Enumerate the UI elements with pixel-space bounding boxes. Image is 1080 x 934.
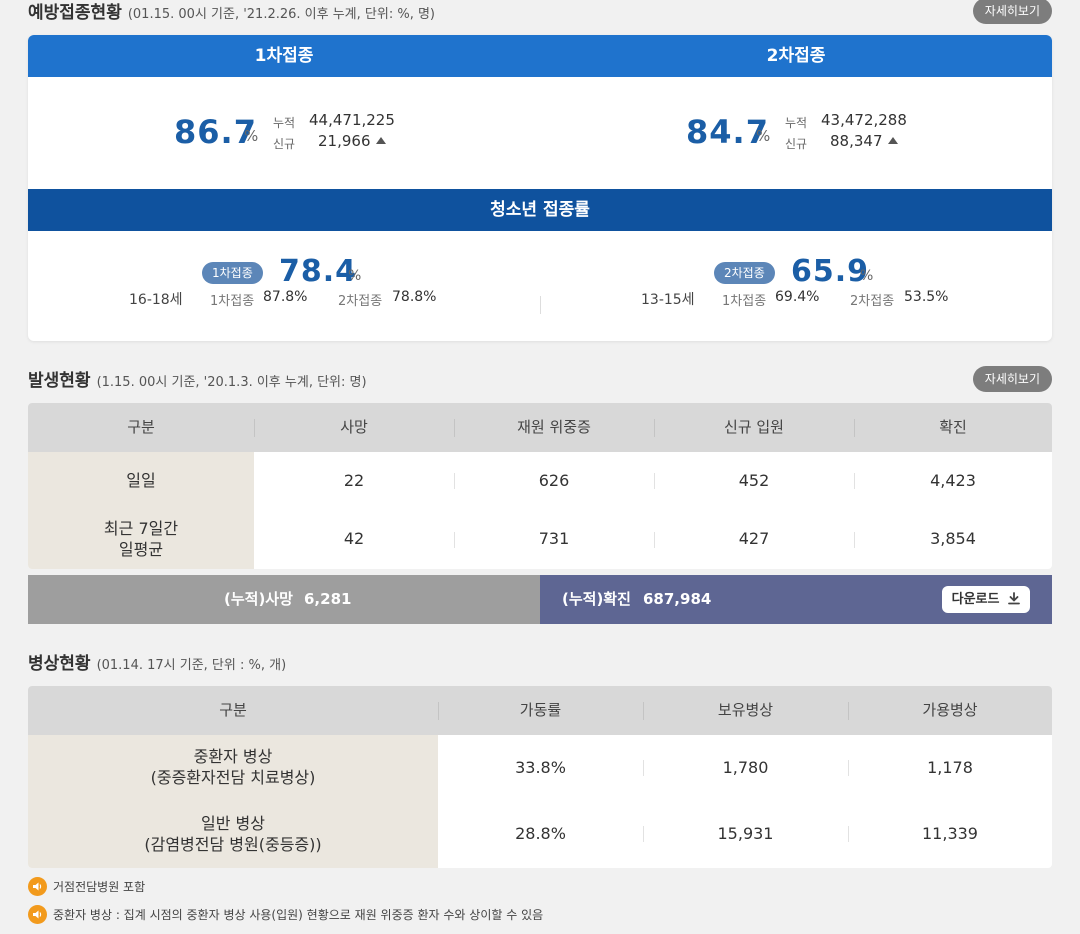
table-cell: 11,339 bbox=[922, 824, 978, 844]
youth-right-second-label: 2차접종 bbox=[850, 294, 895, 309]
vaccination-card: 1차접종 2차접종 86.7 % 누적 44,471,225 신규 21,966… bbox=[28, 35, 1052, 341]
youth-right-second-value: 53.5% bbox=[904, 289, 949, 305]
outbreak-title: 발생현황 (1.15. 00시 기준, '20.1.3. 이후 누계, 단위: 명… bbox=[28, 371, 367, 391]
table-cell: 15,931 bbox=[717, 824, 774, 844]
table-cell: 3,854 bbox=[930, 529, 976, 549]
first-dose-unit: % bbox=[244, 127, 259, 145]
download-icon bbox=[1008, 588, 1020, 615]
second-dose-unit: % bbox=[756, 127, 771, 145]
table-cell: 427 bbox=[738, 529, 770, 549]
cumulative-confirmed-value: 687,984 bbox=[643, 590, 712, 608]
up-triangle-icon bbox=[375, 137, 386, 144]
outbreak-header: 발생현황 (1.15. 00시 기준, '20.1.3. 이후 누계, 단위: 명… bbox=[28, 366, 1052, 394]
download-button[interactable]: 다운로드 bbox=[941, 586, 1030, 615]
speaker-icon bbox=[28, 905, 47, 924]
second-dose-header: 2차접종 bbox=[540, 35, 1052, 77]
youth-right-first-value: 69.4% bbox=[775, 289, 820, 305]
vaccination-title: 예방접종현황 (01.15. 00시 기준, '21.2.26. 이후 누계, 단… bbox=[28, 3, 435, 23]
second-new-value: 88,347 bbox=[830, 132, 898, 150]
outbreak-col-category: 구분 bbox=[127, 417, 155, 436]
youth-left-badge: 1차접종 bbox=[202, 262, 263, 284]
table-cell: 4,423 bbox=[930, 470, 976, 490]
youth-right-panel: 13-15세 2차접종 65.9 % 1차접종 69.4% 2차접종 53.5% bbox=[540, 231, 1052, 341]
cumulative-confirmed-label: (누적)확진 bbox=[562, 590, 631, 608]
youth-left-second-label: 2차접종 bbox=[338, 294, 383, 309]
first-cum-label: 누적 bbox=[273, 116, 296, 130]
outbreak-col-severe: 재원 위중증 bbox=[517, 417, 591, 436]
youth-right-percent: 65.9 bbox=[791, 254, 870, 289]
beds-table-header: 구분 가동률 보유병상 가용병상 bbox=[28, 686, 1052, 735]
vaccination-header: 예방접종현황 (01.15. 00시 기준, '21.2.26. 이후 누계, 단… bbox=[28, 0, 1052, 26]
youth-right-unit: % bbox=[860, 268, 874, 284]
vaccination-detail-button[interactable]: 자세히보기 bbox=[972, 0, 1052, 24]
outbreak-col-confirmed: 확진 bbox=[939, 417, 967, 436]
first-dose-panel: 86.7 % 누적 44,471,225 신규 21,966 bbox=[28, 77, 540, 189]
outbreak-table-header: 구분 사망 재원 위중증 신규 입원 확진 bbox=[28, 403, 1052, 452]
youth-right-age: 13-15세 bbox=[641, 292, 695, 308]
second-cum-label: 누적 bbox=[785, 116, 808, 130]
table-cell: 22 bbox=[343, 470, 365, 490]
youth-divider bbox=[540, 296, 541, 314]
table-cell: 42 bbox=[343, 529, 365, 549]
beds-col-available: 가용병상 bbox=[922, 700, 978, 719]
youth-left-second-value: 78.8% bbox=[392, 289, 437, 305]
youth-left-age: 16-18세 bbox=[129, 292, 183, 308]
speaker-icon bbox=[28, 877, 47, 896]
note-text: 중환자 병상 : 집계 시점의 중환자 병상 사용(입원) 현황으로 재원 위중… bbox=[53, 908, 544, 922]
outbreak-table: 구분 사망 재원 위중증 신규 입원 확진 일일 22 626 452 4,42… bbox=[28, 403, 1052, 569]
youth-left-percent: 78.4 bbox=[279, 254, 358, 289]
beds-col-utilization: 가동률 bbox=[519, 700, 562, 719]
outbreak-subtitle: (1.15. 00시 기준, '20.1.3. 이후 누계, 단위: 명) bbox=[96, 375, 367, 390]
table-cell: 626 bbox=[538, 470, 570, 490]
beds-row-label: 일반 병상 (감염병전담 병원(중등증)) bbox=[144, 813, 322, 854]
first-cum-value: 44,471,225 bbox=[309, 111, 395, 129]
second-cum-value: 43,472,288 bbox=[821, 111, 907, 129]
table-cell: 731 bbox=[538, 529, 570, 549]
table-cell: 33.8% bbox=[515, 757, 566, 777]
beds-subtitle: (01.14. 17시 기준, 단위 : %, 개) bbox=[96, 658, 287, 673]
youth-left-panel: 16-18세 1차접종 78.4 % 1차접종 87.8% 2차접종 78.8% bbox=[28, 231, 540, 341]
second-dose-panel: 84.7 % 누적 43,472,288 신규 88,347 bbox=[540, 77, 1052, 189]
cumulative-death-bar: (누적)사망 6,281 bbox=[28, 575, 540, 624]
note-item: 중환자 병상 : 집계 시점의 중환자 병상 사용(입원) 현황으로 재원 위중… bbox=[28, 905, 543, 924]
first-dose-header: 1차접종 bbox=[28, 35, 540, 77]
outbreak-row-label: 최근 7일간 일평균 bbox=[103, 518, 179, 559]
youth-right-badge: 2차접종 bbox=[714, 262, 775, 284]
beds-table: 구분 가동률 보유병상 가용병상 중환자 병상 (중증환자전담 치료병상) 33… bbox=[28, 686, 1052, 868]
first-new-value: 21,966 bbox=[318, 132, 386, 150]
outbreak-row-label: 일일 bbox=[126, 470, 156, 490]
table-cell: 1,178 bbox=[927, 757, 973, 777]
note-text: 거점전담병원 포함 bbox=[53, 880, 146, 894]
cumulative-confirmed-bar: (누적)확진 687,984 다운로드 bbox=[540, 575, 1052, 624]
youth-left-first-label: 1차접종 bbox=[210, 294, 255, 309]
outbreak-col-death: 사망 bbox=[340, 417, 368, 436]
table-cell: 28.8% bbox=[515, 824, 566, 844]
second-new-label: 신규 bbox=[785, 137, 808, 151]
beds-col-total: 보유병상 bbox=[717, 700, 774, 719]
up-triangle-icon bbox=[887, 137, 898, 144]
youth-left-first-value: 87.8% bbox=[263, 289, 308, 305]
youth-right-first-label: 1차접종 bbox=[722, 294, 767, 309]
cumulative-death-value: 6,281 bbox=[304, 590, 352, 608]
outbreak-detail-button[interactable]: 자세히보기 bbox=[972, 366, 1052, 392]
beds-col-category: 구분 bbox=[219, 700, 247, 719]
table-cell: 452 bbox=[738, 470, 770, 490]
youth-left-unit: % bbox=[348, 268, 362, 284]
youth-vaccination-header: 청소년 접종률 bbox=[28, 189, 1052, 231]
first-new-label: 신규 bbox=[273, 137, 296, 151]
download-label: 다운로드 bbox=[951, 592, 1000, 607]
note-item: 거점전담병원 포함 bbox=[28, 877, 145, 896]
table-cell: 1,780 bbox=[722, 757, 769, 777]
outbreak-col-new-admission: 신규 입원 bbox=[724, 417, 784, 436]
cumulative-death-label: (누적)사망 bbox=[224, 590, 293, 608]
beds-row-label: 중환자 병상 (중증환자전담 치료병상) bbox=[150, 747, 316, 787]
vaccination-subtitle: (01.15. 00시 기준, '21.2.26. 이후 누계, 단위: %, … bbox=[127, 7, 435, 22]
beds-header: 병상현황 (01.14. 17시 기준, 단위 : %, 개) bbox=[28, 649, 1052, 677]
beds-title: 병상현황 (01.14. 17시 기준, 단위 : %, 개) bbox=[28, 654, 287, 674]
